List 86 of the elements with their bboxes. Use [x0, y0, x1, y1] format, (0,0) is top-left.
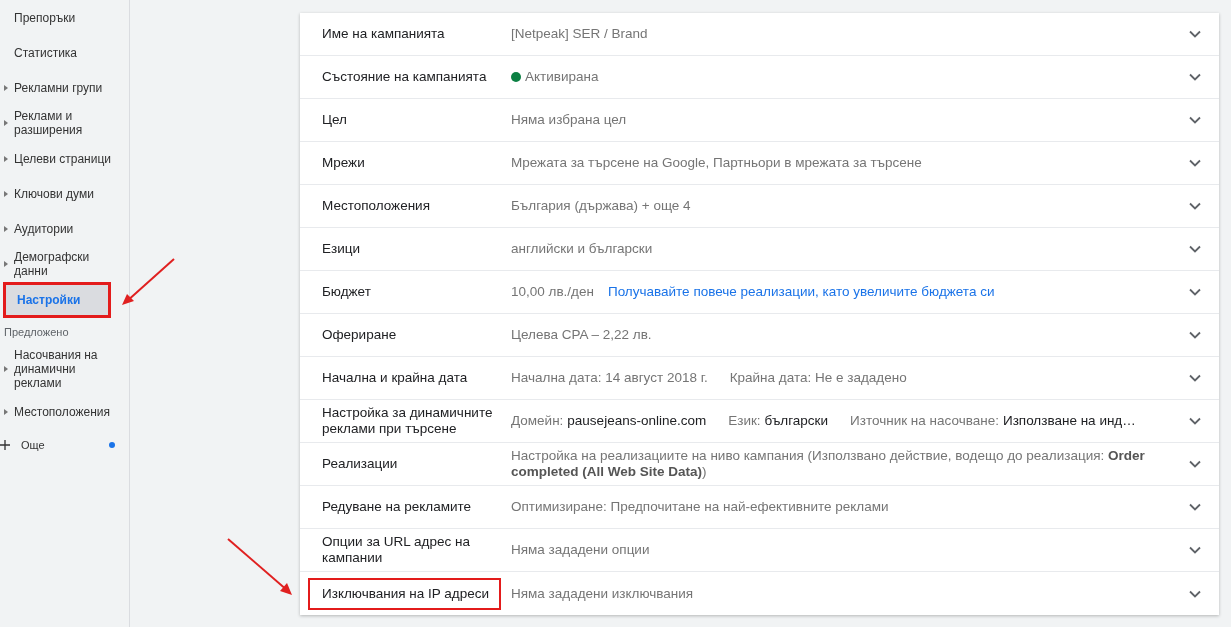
chevron-down-icon[interactable]	[1189, 288, 1201, 296]
setting-label: Настройка за динамичните реклами при търсене	[322, 404, 494, 438]
caret-icon	[4, 261, 8, 267]
setting-label: Езици	[322, 240, 360, 258]
setting-value: Настройка на реализациите на ниво кампания (Използвано действие, водещо до реализация: Order completed (All Web Site Data))	[511, 448, 1146, 480]
field-value: Използване на инд…	[1002, 413, 1136, 429]
sidebar-item[interactable]: Статистика	[0, 35, 129, 70]
settings-row[interactable]: Мрежи Мрежата за търсене на Google, Партньори в мрежата за търсене	[300, 142, 1219, 185]
settings-row[interactable]: Изключвания на IP адреси Няма зададени изключвания	[300, 572, 1219, 615]
setting-label: Изключвания на IP адреси	[308, 577, 501, 610]
setting-label: Местоположения	[322, 197, 430, 215]
caret-icon	[4, 408, 8, 415]
chevron-down-icon[interactable]	[1189, 245, 1201, 253]
caret-icon	[4, 225, 8, 232]
chevron-down-icon[interactable]	[1189, 417, 1201, 425]
setting-value: Крайна дата: Не е зададено	[729, 370, 907, 386]
setting-value: Начална дата: 14 август 2018 г.	[511, 370, 708, 386]
status-text: Активирана	[525, 69, 599, 85]
chevron-down-icon[interactable]	[1189, 460, 1201, 468]
setting-value: английски и български	[511, 241, 653, 257]
settings-row[interactable]: Цел Няма избрана цел	[300, 99, 1219, 142]
settings-row[interactable]: Начална и крайна дата Начална дата: 14 август 2018 г. Крайна дата: Не е зададено	[300, 357, 1219, 400]
sidebar-item[interactable]: Препоръки	[0, 0, 129, 35]
setting-label: Реализации	[322, 455, 398, 473]
chevron-down-icon[interactable]	[1189, 546, 1201, 554]
settings-row[interactable]: Настройка за динамичните реклами при търсене Домейн: pausejeans-online.com Език: български Източник на насочване: Използване на инд…	[300, 400, 1219, 443]
chevron-down-icon[interactable]	[1189, 73, 1201, 81]
caret-icon	[4, 84, 8, 91]
setting-value: [Netpeak] SER / Brand	[511, 26, 648, 42]
chevron-down-icon[interactable]	[1189, 374, 1201, 382]
caret-icon	[4, 155, 8, 162]
arrow-annotation	[226, 537, 294, 597]
sidebar-item[interactable]: Рекламни групи	[0, 70, 129, 105]
setting-label: Бюджет	[322, 283, 371, 301]
sidebar-item[interactable]: Ключови думи	[0, 176, 129, 211]
caret-icon	[4, 366, 8, 372]
caret-icon	[4, 190, 8, 197]
setting-value: Няма зададени опции	[511, 542, 650, 558]
chevron-down-icon[interactable]	[1189, 503, 1201, 511]
setting-value: 10,00 лв./ден	[511, 284, 594, 300]
field-name: Домейн:	[511, 413, 564, 429]
plus-icon[interactable]	[0, 440, 10, 450]
chevron-down-icon[interactable]	[1189, 159, 1201, 167]
settings-row[interactable]: Езици английски и български	[300, 228, 1219, 271]
chevron-down-icon[interactable]	[1189, 202, 1201, 210]
settings-row[interactable]: Опции за URL адрес на кампании Няма зададени опции	[300, 529, 1219, 572]
setting-value: Оптимизиране: Предпочитане на най-ефективните реклами	[511, 499, 889, 515]
chevron-down-icon[interactable]	[1189, 589, 1201, 598]
sidebar-item[interactable]: Насочвания на динамични реклами	[0, 344, 129, 394]
budget-link[interactable]: Получавайте повече реализации, като увеличите бюджета си	[607, 284, 995, 300]
setting-label: Име на кампанията	[322, 25, 445, 43]
field-name: Език:	[728, 413, 761, 429]
caret-icon	[4, 120, 8, 126]
sidebar-item[interactable]: Аудитории	[0, 211, 129, 246]
arrow-annotation	[120, 257, 176, 307]
sidebar-item[interactable]: Реклами и разширения	[0, 105, 129, 141]
sidebar-item[interactable]: Демографски данни	[0, 246, 129, 282]
field-name: Източник на насочване:	[850, 413, 999, 429]
setting-label: Начална и крайна дата	[322, 369, 468, 387]
settings-row[interactable]: Бюджет 10,00 лв./ден Получавайте повече реализации, като увеличите бюджета си	[300, 271, 1219, 314]
setting-label: Редуване на рекламите	[322, 498, 472, 516]
chevron-down-icon[interactable]	[1189, 331, 1201, 339]
more-link[interactable]: Още	[21, 439, 109, 451]
settings-row[interactable]: Състояние на кампанията Активирана	[300, 56, 1219, 99]
section-label: Предложено	[3, 325, 70, 340]
setting-label: Мрежи	[322, 154, 365, 172]
settings-row[interactable]: Име на кампанията [Netpeak] SER / Brand	[300, 13, 1219, 56]
setting-label: Цел	[322, 111, 347, 129]
setting-value: България (държава) + още 4	[511, 198, 691, 214]
setting-value: Целева CPA – 2,22 лв.	[511, 327, 652, 343]
settings-row[interactable]: Редуване на рекламите Оптимизиране: Предпочитане на най-ефективните реклами	[300, 486, 1219, 529]
sidebar-item[interactable]: Целеви страници	[0, 141, 129, 176]
settings-row[interactable]: Местоположения България (държава) + още 4	[300, 185, 1219, 228]
setting-value: Няма зададени изключвания	[511, 585, 694, 602]
chevron-down-icon[interactable]	[1189, 116, 1201, 124]
settings-row[interactable]: Офериране Целева CPA – 2,22 лв.	[300, 314, 1219, 357]
sidebar-item[interactable]: Местоположения	[0, 394, 129, 429]
chevron-down-icon[interactable]	[1189, 30, 1201, 38]
settings-row[interactable]: Реализации Настройка на реализациите на ниво кампания (Използвано действие, водещо до реализация: Order completed (All Web Site Data))	[300, 443, 1219, 486]
field-value: български	[764, 413, 829, 429]
setting-value: Мрежата за търсене на Google, Партньори в мрежата за търсене	[511, 155, 922, 171]
setting-label: Опции за URL адрес на кампании	[322, 533, 471, 567]
setting-value: Няма избрана цел	[511, 112, 627, 128]
setting-label: Офериране	[322, 326, 397, 344]
field-value: pausejeans-online.com	[567, 413, 707, 429]
setting-label: Състояние на кампанията	[322, 68, 487, 86]
